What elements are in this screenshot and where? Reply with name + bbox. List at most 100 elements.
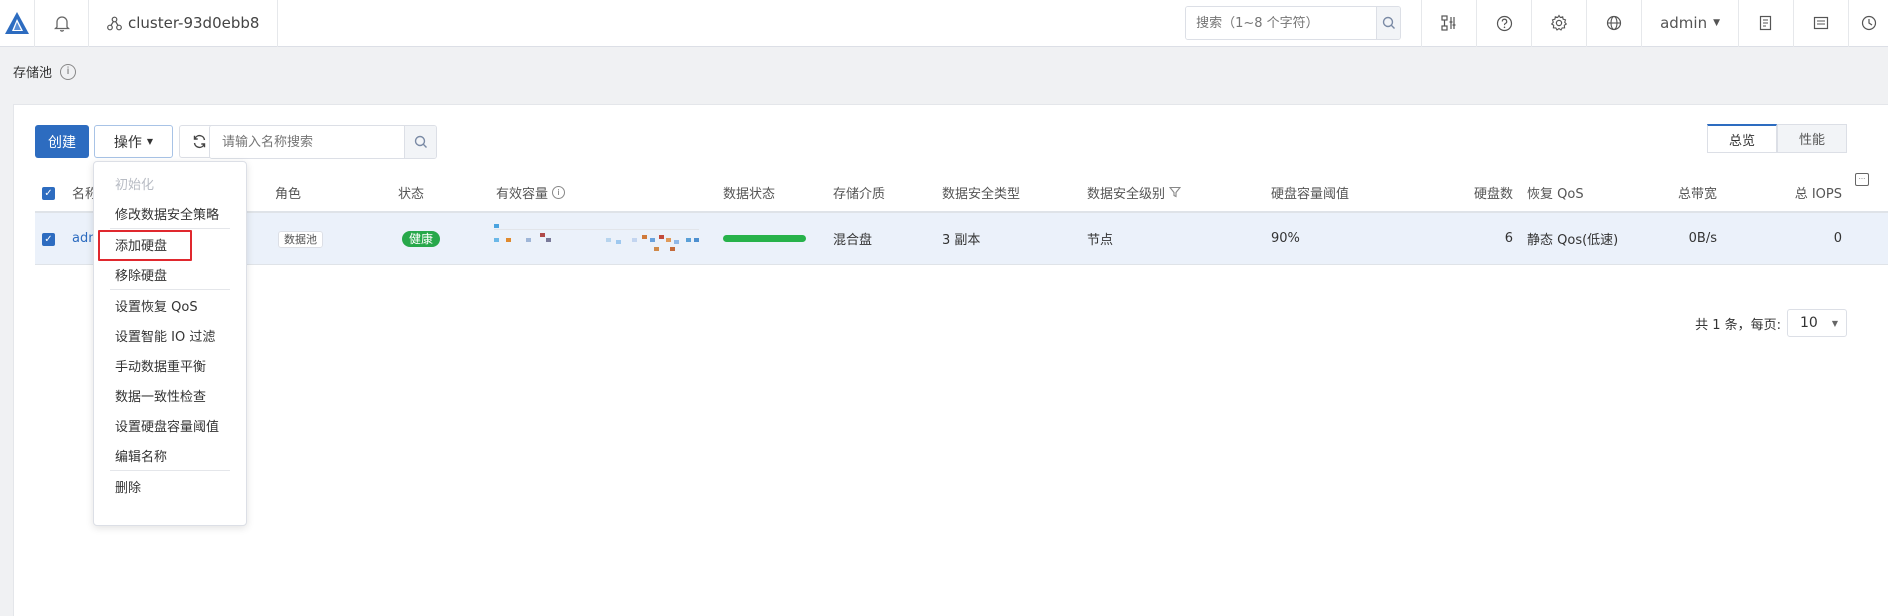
info-icon[interactable]: i: [60, 63, 77, 80]
page-title: 存储池 i: [13, 62, 77, 81]
menu-item[interactable]: 设置恢复 QoS: [94, 290, 246, 320]
capacity-info-icon[interactable]: i: [552, 185, 566, 199]
capacity-graph-mark: [526, 238, 531, 242]
capacity-graph-mark: [632, 238, 637, 242]
operations-menu: 初始化修改数据安全策略 添加硬盘 移除硬盘 设置恢复 QoS 设置智能 IO 过滤 手动数…: [93, 161, 247, 526]
operations-dropdown-button[interactable]: 操作 ▼: [94, 125, 173, 158]
capacity-graph-mark: [686, 238, 691, 242]
col-threshold: 硬盘容量阈值: [1271, 186, 1350, 202]
caret-down-icon: ▼: [1713, 18, 1720, 28]
menu-item[interactable]: 设置硬盘容量阈值: [94, 410, 246, 440]
search-icon: [1382, 16, 1395, 29]
col-data-status: 数据状态: [723, 186, 776, 202]
menu-item[interactable]: 设置智能 IO 过滤: [94, 320, 246, 350]
capacity-graph-mark: [654, 247, 659, 251]
menu-item[interactable]: 数据一致性检查: [94, 380, 246, 410]
storage-pool-panel: 创建 操作 ▼ 总览 性能 ✓ 名称 角色 状态 有效容量 i 数据状态 存储介…: [13, 104, 1888, 616]
col-safety-level-label: 数据安全级别: [1087, 186, 1166, 202]
capacity-graph-mark: [616, 240, 621, 244]
settings-gear-icon[interactable]: [1531, 0, 1586, 47]
menu-item[interactable]: 添加硬盘: [94, 229, 246, 261]
capacity-graph-canvas: [494, 221, 699, 255]
help-icon[interactable]: [1476, 0, 1531, 47]
select-all-checkbox[interactable]: ✓: [42, 185, 55, 200]
global-search-input[interactable]: [1186, 7, 1377, 39]
language-globe-icon[interactable]: [1586, 0, 1641, 47]
capacity-graph-mark: [546, 238, 551, 242]
tab-overview[interactable]: 总览: [1707, 124, 1777, 153]
row-checkbox[interactable]: ✓: [42, 231, 55, 246]
user-menu[interactable]: admin ▼: [1641, 0, 1738, 47]
col-status: 状态: [398, 186, 425, 202]
storage-pool-table: ✓ 名称 角色 状态 有效容量 i 数据状态 存储介质 数据安全类型 数据安全级…: [35, 170, 1888, 265]
capacity-graph-mark: [642, 235, 647, 239]
menu-item[interactable]: 手动数据重平衡: [94, 350, 246, 380]
operations-label: 操作: [113, 134, 142, 151]
col-safety-type: 数据安全类型: [942, 186, 1021, 202]
col-recovery-qos: 恢复 QoS: [1527, 186, 1584, 202]
table-header: ✓ 名称 角色 状态 有效容量 i 数据状态 存储介质 数据安全类型 数据安全级…: [35, 170, 1888, 213]
history-clock-icon[interactable]: [1848, 0, 1888, 47]
threshold-cell: 90%: [1271, 231, 1300, 246]
filter-icon[interactable]: [1169, 186, 1182, 198]
page-size-select[interactable]: 10 ▼: [1787, 309, 1847, 337]
bandwidth-cell: 0B/s: [1688, 231, 1717, 246]
column-settings-icon[interactable]: ···: [1855, 170, 1869, 186]
page-size-value: 10: [1800, 315, 1818, 331]
page-title-text: 存储池: [13, 66, 53, 81]
search-icon: [414, 135, 427, 148]
capacity-graph-mark: [494, 224, 499, 228]
menu-item: 初始化: [115, 177, 155, 193]
app-logo[interactable]: [0, 0, 34, 47]
capacity-graph-mark: [494, 238, 499, 242]
menu-item[interactable]: 编辑名称: [94, 440, 246, 470]
safety-type-cell: 3 副本: [942, 233, 981, 248]
cluster-name: cluster-93d0ebb8: [128, 14, 260, 32]
caret-down-icon: ▼: [1831, 318, 1838, 328]
capacity-graph-mark: [606, 238, 611, 242]
name-search-button[interactable]: [404, 126, 436, 158]
col-iops: 总 IOPS: [1794, 186, 1842, 202]
tab-performance[interactable]: 性能: [1777, 124, 1847, 153]
capacity-graph-mark: [659, 235, 664, 239]
pagination: 共 1 条，每页: 10 ▼: [1695, 309, 1847, 337]
capacity-graph-mark: [694, 238, 699, 242]
refresh-icon: [193, 134, 205, 149]
recovery-qos-cell: 静态 Qos(低速): [1527, 233, 1619, 248]
media-cell: 混合盘: [833, 233, 873, 248]
safety-level-cell: 节点: [1087, 233, 1114, 248]
name-search-input[interactable]: [210, 126, 404, 158]
data-status-fill: [723, 235, 806, 242]
user-name: admin: [1660, 14, 1708, 32]
capacity-graph-mark: [674, 240, 679, 244]
capacity-graph: [494, 221, 699, 255]
col-role: 角色: [275, 186, 302, 202]
caret-down-icon: ▼: [146, 137, 154, 146]
col-bandwidth: 总带宽: [1677, 186, 1717, 202]
capacity-graph-mark: [666, 238, 671, 242]
status-badge: 健康: [402, 230, 441, 247]
global-search-button[interactable]: [1376, 7, 1401, 39]
name-search: [209, 125, 437, 159]
col-disk-count: 硬盘数: [1473, 186, 1513, 202]
role-tag-text: 数据池: [278, 230, 323, 248]
menu-item[interactable]: 删除: [94, 471, 246, 501]
menu-item[interactable]: 移除硬盘: [94, 259, 246, 289]
iops-cell: 0: [1833, 231, 1842, 246]
event-log-icon[interactable]: [1793, 0, 1848, 47]
pagination-summary: 共 1 条，每页:: [1695, 317, 1781, 333]
data-status-bar: [723, 235, 806, 242]
monitor-icon[interactable]: [1421, 0, 1476, 47]
menu-item[interactable]: 修改数据安全策略: [94, 198, 246, 228]
capacity-graph-mark: [670, 247, 675, 251]
col-capacity: 有效容量 i: [496, 183, 566, 202]
task-list-icon[interactable]: [1738, 0, 1793, 47]
view-tabs: 总览 性能: [1707, 124, 1847, 153]
global-search: [1185, 6, 1402, 40]
table-row[interactable]: ✓ adm 数据池 健康 混合盘 3 副本 节点 90% 6 静态 Qos(低速…: [35, 213, 1888, 265]
cluster-switcher[interactable]: cluster-93d0ebb8: [89, 0, 279, 47]
capacity-graph-mark: [506, 238, 511, 242]
create-button[interactable]: 创建: [35, 125, 89, 158]
notification-bell-icon[interactable]: [34, 0, 89, 47]
role-tag: 数据池: [278, 230, 323, 248]
